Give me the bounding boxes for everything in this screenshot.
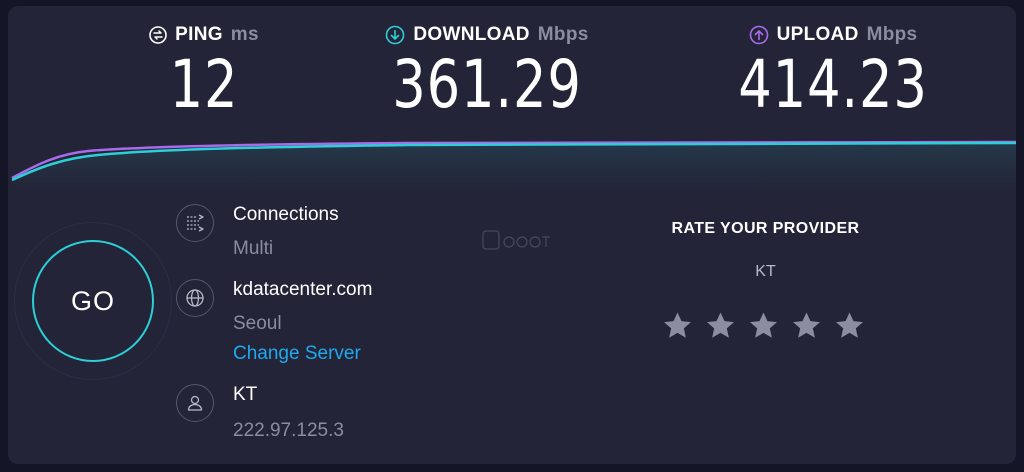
star-rating [661, 309, 866, 342]
star-icon-4[interactable] [790, 309, 823, 342]
rate-provider-title: RATE YOUR PROVIDER [671, 220, 860, 237]
download-label: DOWNLOAD [413, 24, 530, 45]
ping-metric: PING ms 12 [134, 24, 274, 118]
upload-header: UPLOAD Mbps [708, 24, 958, 46]
upload-arrow-icon [749, 25, 768, 45]
download-value: 361.29 [392, 46, 582, 123]
rate-provider-name: KT [755, 263, 776, 280]
globe-icon [176, 279, 214, 317]
watermark-logo-icon [482, 230, 550, 250]
star-icon-2[interactable] [704, 309, 737, 342]
upload-unit: Mbps [866, 24, 918, 45]
ping-label: PING [175, 24, 223, 45]
server-host: kdatacenter.com [233, 279, 373, 300]
star-icon-1[interactable] [661, 309, 694, 342]
download-unit: Mbps [537, 24, 589, 45]
ping-icon [149, 26, 167, 44]
provider-ip: 222.97.125.3 [233, 420, 344, 441]
star-icon-5[interactable] [833, 309, 866, 342]
upload-metric: UPLOAD Mbps 414.23 [708, 24, 958, 118]
graph-fill-area [12, 142, 1016, 190]
ping-header: PING ms [134, 24, 274, 46]
provider-name: KT [233, 384, 258, 405]
change-server-link[interactable]: Change Server [233, 343, 361, 365]
connections-title: Connections [233, 204, 339, 225]
upload-label: UPLOAD [776, 24, 859, 45]
ping-value: 12 [169, 46, 239, 123]
connections-icon [176, 204, 214, 242]
connections-mode: Multi [233, 238, 274, 259]
upload-value: 414.23 [738, 46, 928, 123]
speed-graph [11, 140, 1016, 190]
download-arrow-icon [386, 25, 405, 45]
ping-unit: ms [230, 24, 259, 45]
star-icon-3[interactable] [747, 309, 780, 342]
download-header: DOWNLOAD Mbps [366, 24, 608, 46]
go-button[interactable]: GO [32, 240, 154, 362]
server-location: Seoul [233, 313, 282, 334]
download-metric: DOWNLOAD Mbps 361.29 [366, 24, 608, 118]
speedtest-results-panel: PING ms 12 DOWNLOAD Mbps 361.29 UPLOAD M… [8, 6, 1016, 464]
user-icon [176, 384, 214, 422]
